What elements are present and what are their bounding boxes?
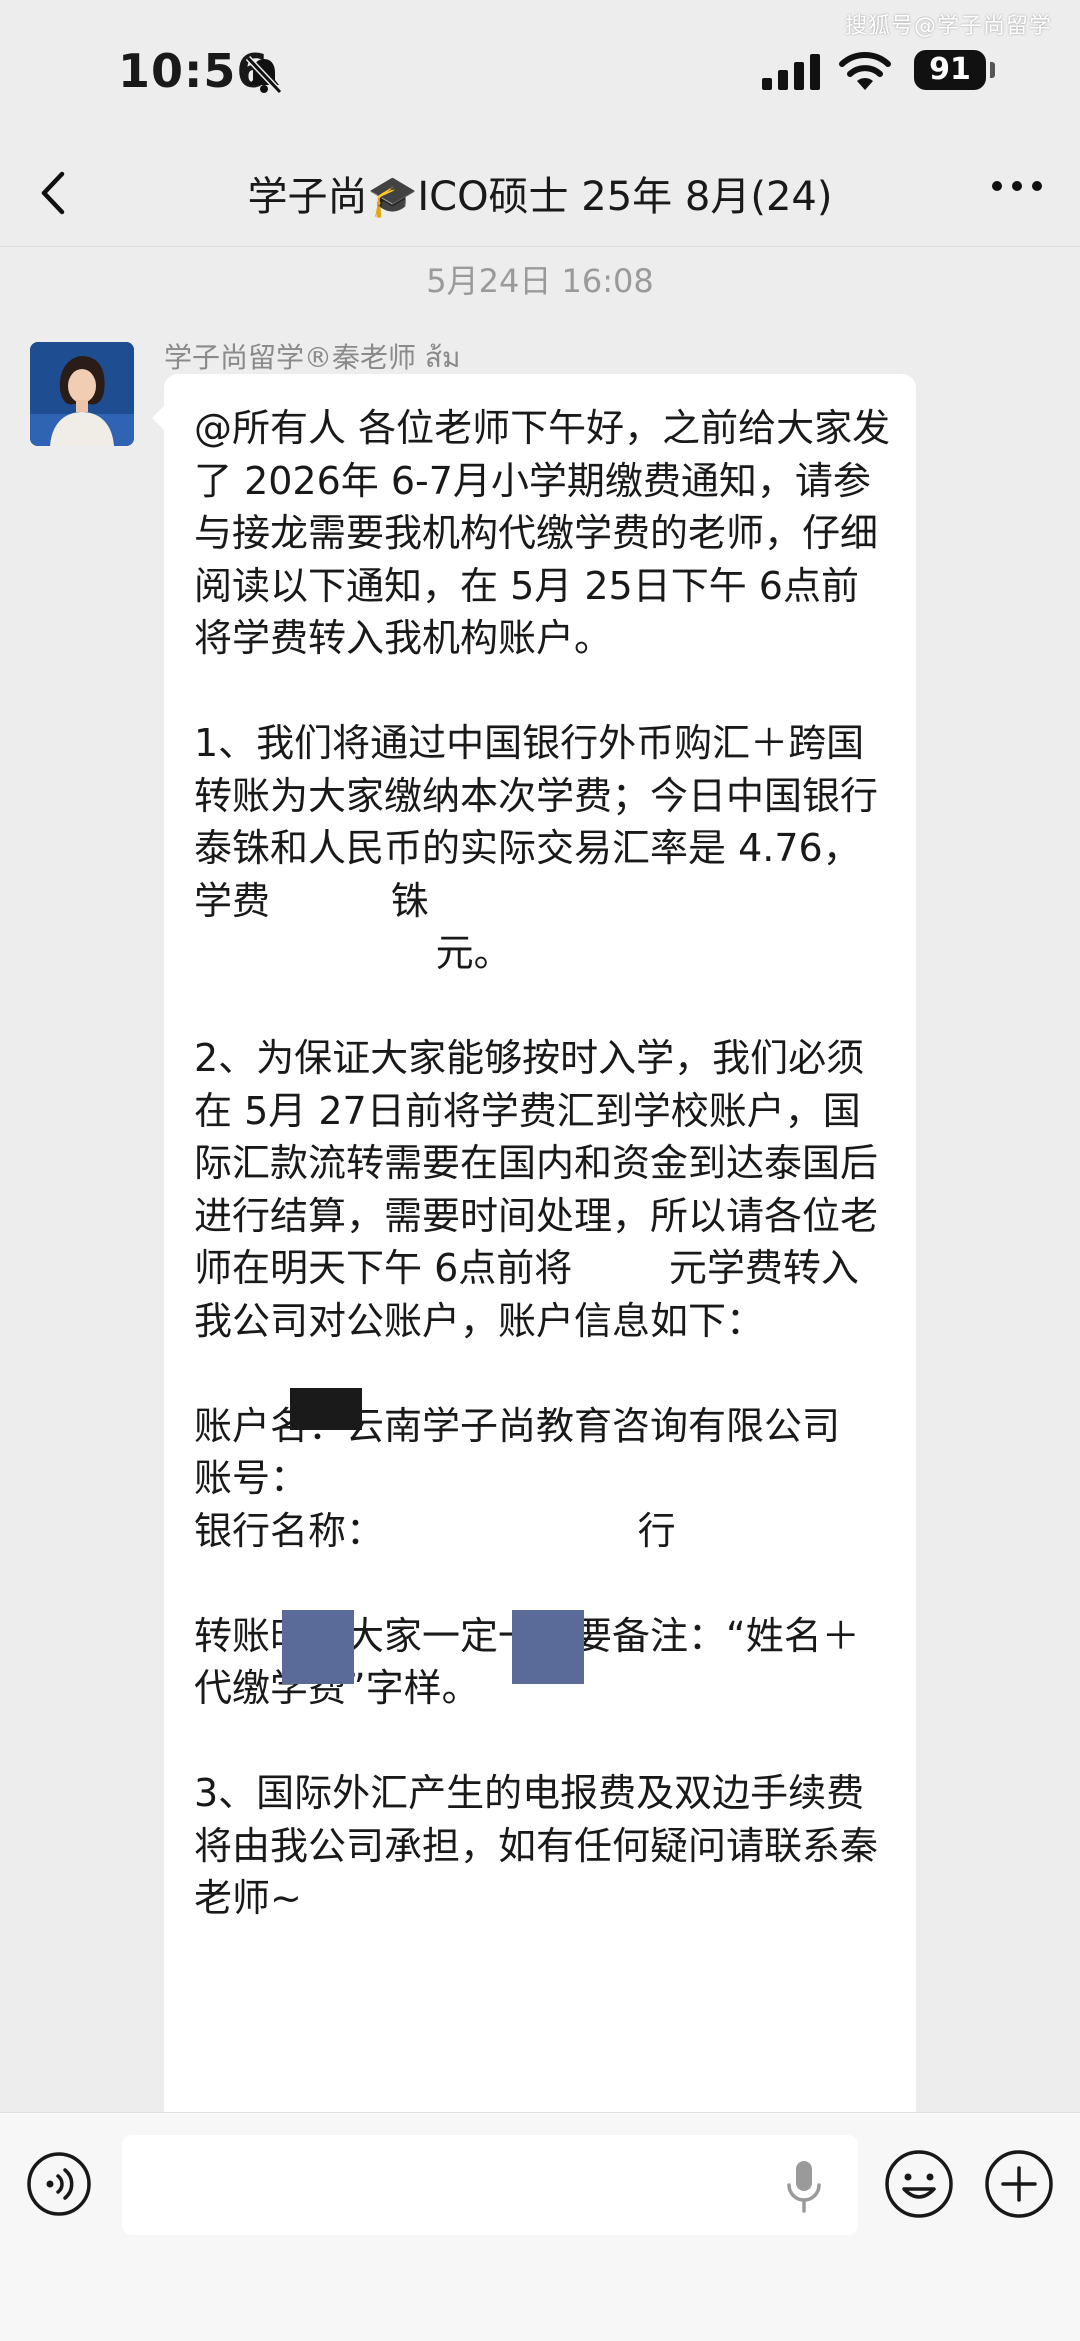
more-options-icon[interactable] [990,176,1044,196]
redaction-block [512,1610,584,1684]
battery-tip [990,62,995,78]
wifi-icon [838,50,892,92]
cellular-signal-icon [762,54,822,90]
bell-muted-icon [244,54,284,94]
sender-avatar[interactable] [30,342,134,446]
bubble-tail [152,406,164,430]
redaction-block [290,1388,362,1430]
message-input[interactable] [122,2135,858,2235]
message-timestamp: 5月24日 16:08 [426,262,654,300]
redaction-block [282,1610,354,1684]
chat-title: 学子尚🎓ICO硕士 25年 8月(24) [247,174,833,220]
microphone-icon[interactable] [784,2159,824,2213]
status-bar: 10:56 91 [0,0,1080,140]
emoji-icon[interactable] [884,2149,954,2219]
message-text: @所有人 各位老师下午好，之前给大家发了 2026年 6-7月小学期缴费通知，请… [194,406,891,1920]
nav-bar: 学子尚🎓ICO硕士 25年 8月(24) [0,140,1080,247]
input-bar [0,2112,1080,2341]
plus-more-icon[interactable] [984,2149,1054,2219]
voice-input-icon[interactable] [26,2151,92,2217]
message-bubble[interactable]: @所有人 各位老师下午好，之前给大家发了 2026年 6-7月小学期缴费通知，请… [164,374,916,2124]
battery-indicator: 91 [914,50,986,90]
